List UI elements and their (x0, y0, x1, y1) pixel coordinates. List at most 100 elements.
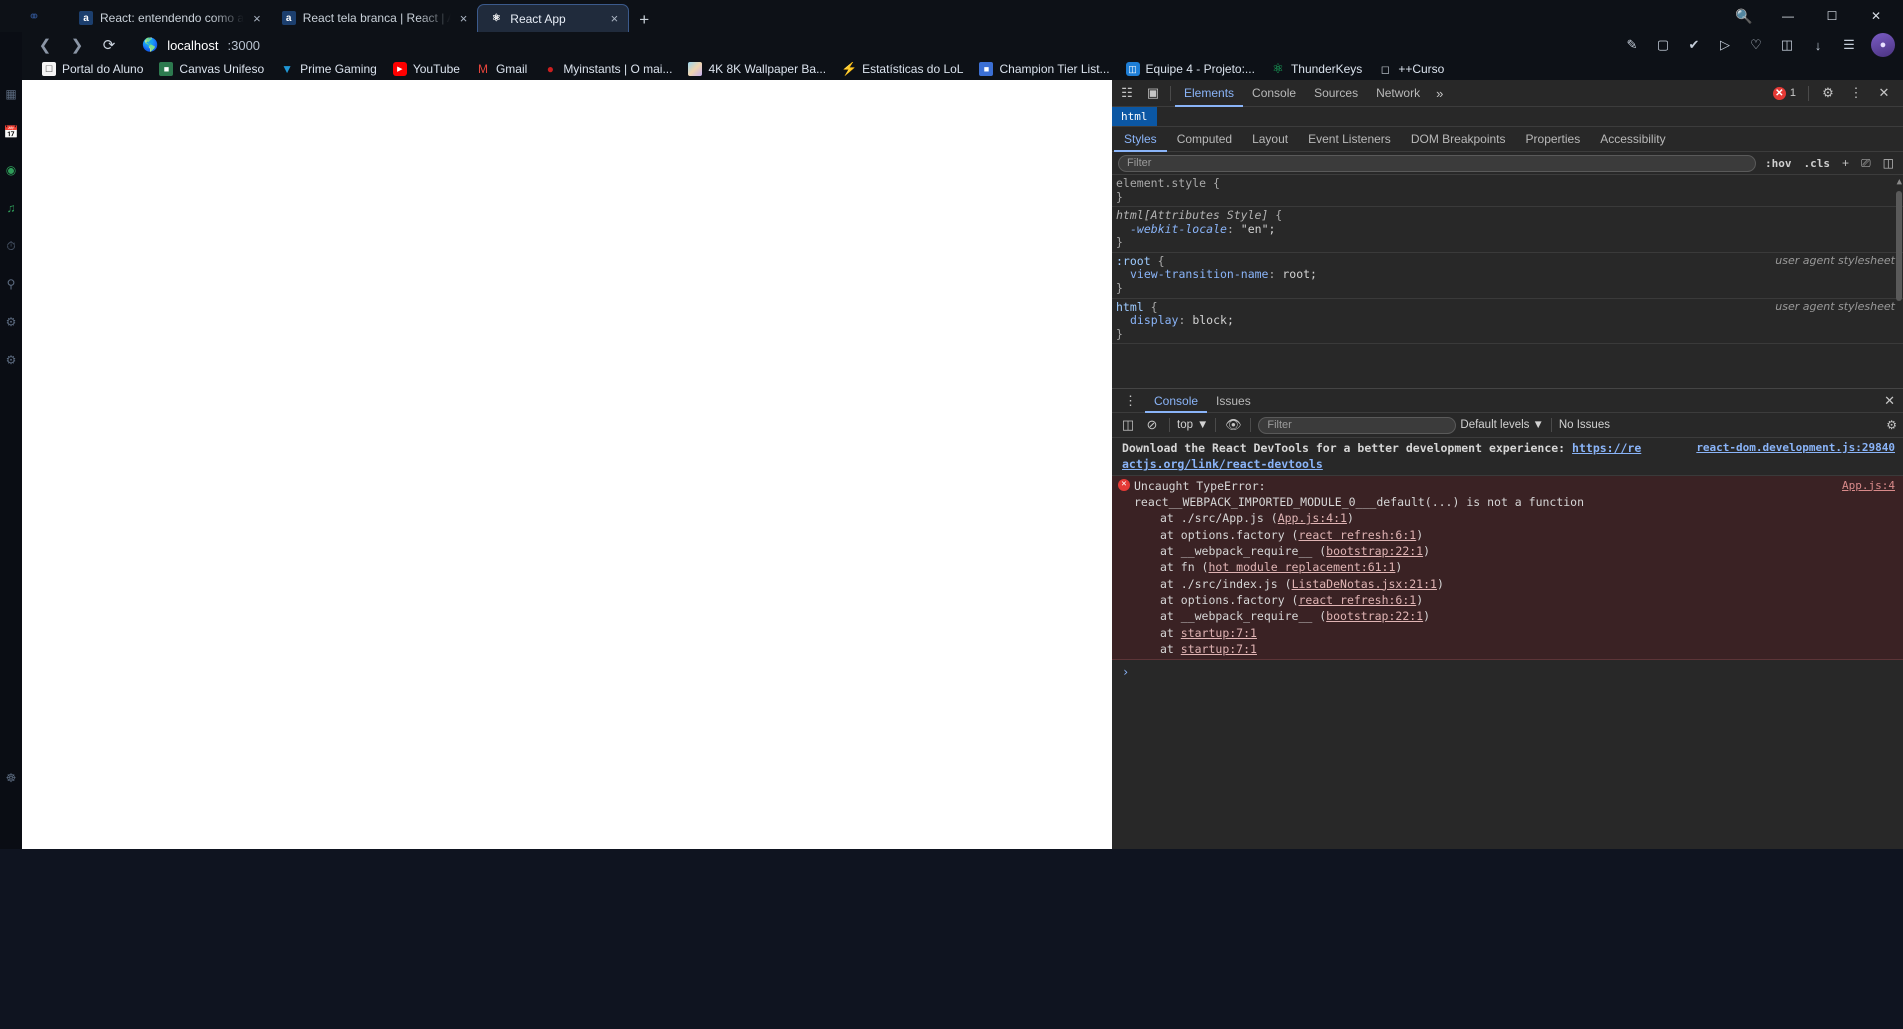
back-icon[interactable]: ❮ (30, 32, 60, 58)
plus-icon[interactable]: + (1839, 156, 1852, 170)
rule-origin[interactable]: user agent stylesheet (1775, 254, 1895, 268)
toggle-cls-button[interactable]: .cls (1801, 157, 1834, 170)
live-expression-icon[interactable]: 👁 (1223, 417, 1243, 433)
stack-frame-link[interactable]: bootstrap:22:1 (1326, 544, 1423, 558)
bookmark-item[interactable]: ■ Champion Tier List... (971, 60, 1117, 78)
chrome-icon[interactable]: ◉ (3, 162, 19, 178)
maximize-icon[interactable]: ☐ (1811, 0, 1853, 32)
print-media-icon[interactable]: ⎚ (1858, 156, 1874, 171)
collections-button[interactable]: ⚭ (0, 0, 68, 32)
calendar-icon[interactable]: 📅 (3, 124, 19, 140)
console-issues-status[interactable]: No Issues (1559, 419, 1610, 431)
cast-icon[interactable]: ▷ (1711, 32, 1739, 58)
settings2-icon[interactable]: ⚙ (3, 352, 19, 368)
error-count-badge[interactable]: ✕ 1 (1772, 86, 1802, 100)
computed-sidebar-icon[interactable]: ◫ (1880, 156, 1897, 170)
bookmark-item[interactable]: 4K 8K Wallpaper Ba... (680, 60, 834, 78)
toggle-hov-button[interactable]: :hov (1762, 157, 1795, 170)
clear-console-icon[interactable]: ⊘ (1142, 417, 1162, 433)
tab-elements[interactable]: Elements (1175, 80, 1243, 107)
bookmark-item[interactable]: ⚡ Estatísticas do LoL (834, 60, 971, 78)
inspect-element-icon[interactable]: ☷ (1114, 81, 1140, 106)
bookmark-item[interactable]: ■ Canvas Unifeso (151, 60, 272, 78)
tab-event-listeners[interactable]: Event Listeners (1298, 127, 1401, 152)
more-options-icon[interactable]: ⋮ (1843, 81, 1869, 106)
user-avatar[interactable]: ● (1871, 33, 1895, 57)
devtools-link-part2[interactable]: actjs.org/link/react-devtools (1122, 457, 1323, 471)
scroll-up-arrow[interactable]: ▲ (1897, 177, 1902, 188)
tab-close-button[interactable]: × (609, 10, 621, 27)
devtools-link-part1[interactable]: https://re (1572, 441, 1641, 455)
console-prompt[interactable]: › (1112, 660, 1903, 683)
spotify-icon[interactable]: ♫ (3, 200, 19, 216)
more-options-icon[interactable]: ⋮ (1116, 394, 1145, 407)
stack-frame-link[interactable]: bootstrap:22:1 (1326, 609, 1423, 623)
console-context-selector[interactable]: top ▼ (1177, 419, 1208, 431)
bookmark-item[interactable]: ▼ Prime Gaming (272, 60, 385, 78)
download-icon[interactable]: ↓ (1804, 32, 1832, 58)
console-messages[interactable]: react-dom.development.js:29840 Download … (1112, 438, 1903, 849)
stack-frame-link[interactable]: hot module replacement:61:1 (1208, 560, 1395, 574)
bookmark-item[interactable]: ▶ YouTube (385, 60, 468, 78)
edit-icon[interactable]: ✎ (1618, 32, 1646, 58)
console-sidebar-icon[interactable]: ◫ (1118, 417, 1138, 433)
close-icon[interactable]: ✕ (1855, 0, 1897, 32)
clock-icon[interactable]: ⏱ (3, 238, 19, 254)
gear-icon[interactable]: ⚙ (1815, 81, 1841, 106)
styles-filter-input[interactable]: Filter (1118, 154, 1757, 172)
device-toolbar-icon[interactable]: ▣ (1140, 81, 1166, 106)
tab-console[interactable]: Console (1243, 80, 1305, 107)
screenshot-icon[interactable]: ▢ (1649, 32, 1677, 58)
accessibility-icon[interactable]: ☸ (3, 770, 19, 786)
css-property[interactable]: -webkit-locale (1116, 222, 1227, 236)
tab-network[interactable]: Network (1367, 80, 1429, 107)
console-message-info[interactable]: react-dom.development.js:29840 Download … (1112, 438, 1903, 476)
favorite-icon[interactable]: ♡ (1742, 32, 1770, 58)
css-property[interactable]: view-transition-name (1116, 267, 1268, 282)
bookmark-item[interactable]: ● Myinstants | O mai... (535, 60, 680, 78)
more-tabs-icon[interactable]: » (1429, 86, 1450, 101)
css-rule[interactable]: html[Attributes Style] { -webkit-locale:… (1112, 207, 1903, 253)
css-rule[interactable]: html { user agent stylesheet display: bl… (1112, 299, 1903, 345)
browser-tab-active[interactable]: ⚛ React App × (477, 4, 630, 32)
tab-computed[interactable]: Computed (1167, 127, 1242, 152)
css-rule[interactable]: :root { user agent stylesheet view-trans… (1112, 253, 1903, 299)
address-bar[interactable]: 🌎 localhost:3000 (132, 32, 1616, 58)
reload-icon[interactable]: ⟳ (94, 32, 124, 58)
window-icon[interactable]: ▦ (3, 86, 19, 102)
browser-tab[interactable]: a React: entendendo como a × (68, 4, 271, 32)
tab-properties[interactable]: Properties (1516, 127, 1591, 152)
css-rule[interactable]: element.style { } (1112, 175, 1903, 208)
bookmark-item[interactable]: ⚛ ThunderKeys (1263, 60, 1370, 78)
settings-menu-icon[interactable]: ☰ (1835, 32, 1863, 58)
stack-frame-link[interactable]: startup:7:1 (1181, 626, 1257, 640)
stack-frame-link[interactable]: ListaDeNotas.jsx:21:1 (1292, 577, 1437, 591)
gear-icon[interactable]: ⚙ (3, 314, 19, 330)
scrollbar-thumb[interactable] (1896, 191, 1902, 301)
rule-origin[interactable]: user agent stylesheet (1775, 300, 1895, 314)
tab-accessibility[interactable]: Accessibility (1590, 127, 1675, 152)
tab-dom-breakpoints[interactable]: DOM Breakpoints (1401, 127, 1516, 152)
shield-icon[interactable]: ✔ (1680, 32, 1708, 58)
breadcrumb-item-html[interactable]: html (1112, 107, 1157, 126)
css-value[interactable]: "en"; (1241, 222, 1276, 236)
new-tab-button[interactable]: + (629, 11, 659, 32)
minimize-icon[interactable]: — (1767, 0, 1809, 32)
bookmark-item[interactable]: ◫ Equipe 4 - Projeto:... (1118, 60, 1263, 78)
tab-layout[interactable]: Layout (1242, 127, 1298, 152)
css-value[interactable]: block; (1192, 313, 1234, 327)
tab-issues[interactable]: Issues (1207, 389, 1260, 413)
console-message-source[interactable]: react-dom.development.js:29840 (1696, 440, 1895, 456)
tab-close-button[interactable]: × (458, 10, 470, 27)
search-icon[interactable]: 🔍 (1723, 0, 1765, 32)
tab-sources[interactable]: Sources (1305, 80, 1367, 107)
browser-tab[interactable]: a React tela branca | React | A × (271, 4, 478, 32)
console-settings-icon[interactable]: ⚙ (1886, 418, 1897, 432)
console-levels-dropdown[interactable]: Default levels ▼ (1460, 419, 1543, 431)
css-property[interactable]: display (1116, 313, 1178, 327)
forward-icon[interactable]: ❯ (62, 32, 92, 58)
bookmark-item[interactable]: ◻ ++Curso (1370, 60, 1452, 78)
css-value[interactable]: root; (1282, 267, 1317, 282)
tab-console[interactable]: Console (1145, 389, 1207, 413)
bookmark-item[interactable]: ☐ Portal do Aluno (34, 60, 151, 78)
